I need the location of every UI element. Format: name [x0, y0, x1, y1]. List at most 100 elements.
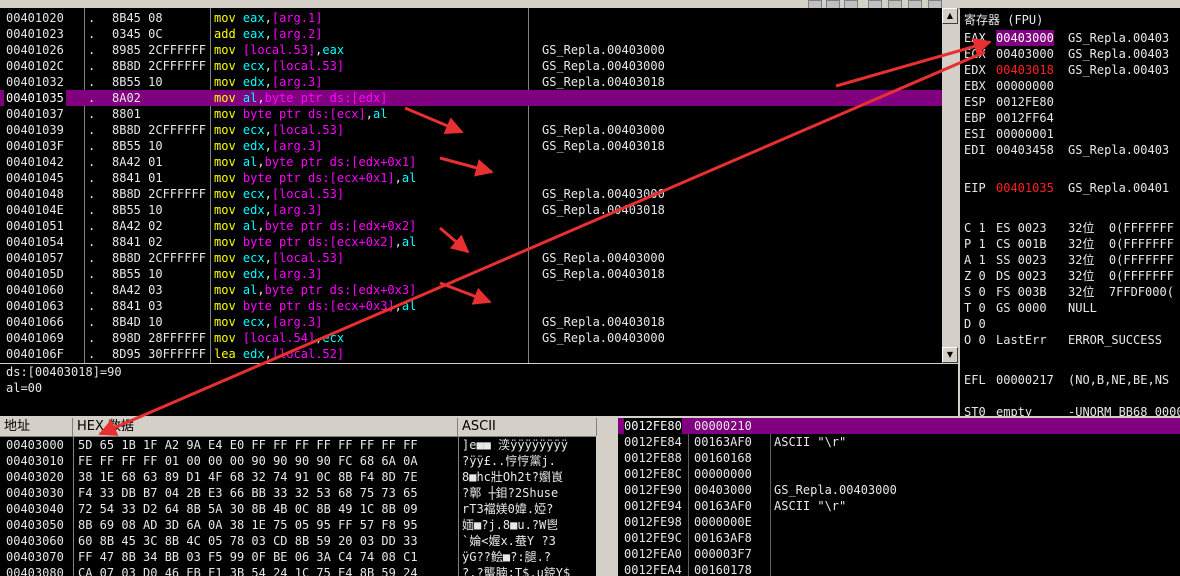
dump-row[interactable]: 00403010 FE FF FF FF 01 00 00 00 90 90 90…: [0, 453, 596, 469]
register-row[interactable]: C 1 ES 0023 32位 0(FFFFFFF: [960, 220, 1180, 236]
stack-row[interactable]: 0012FE8C 00000000: [618, 466, 1180, 482]
register-row[interactable]: Z 0 DS 0023 32位 0(FFFFFFF: [960, 268, 1180, 284]
stack-row[interactable]: 0012FE84 00163AF0 ASCII "\r": [618, 434, 1180, 450]
dump-address: 00403020: [6, 470, 64, 484]
stack-value: 00163AF8: [694, 531, 752, 545]
register-row[interactable]: [960, 158, 1180, 174]
stack-row[interactable]: 0012FE94 00163AF0 ASCII "\r": [618, 498, 1180, 514]
scroll-up-icon[interactable]: ▲: [942, 8, 958, 24]
register-row[interactable]: EFL 00000217 (NO,B,NE,BE,NS: [960, 372, 1180, 388]
disasm-row[interactable]: 00401037. 8801 mov byte ptr ds:[ecx],al: [0, 106, 942, 122]
disasm-operand: ,: [264, 315, 272, 329]
pane-divider[interactable]: [597, 418, 618, 576]
dump-row[interactable]: 00403070 FF 47 8B 34 BB 03 F5 99 0F BE 06…: [0, 549, 596, 565]
register-row[interactable]: [960, 388, 1180, 404]
disasm-marker: .: [88, 331, 96, 345]
disasm-address: 00401020: [6, 11, 64, 25]
register-row[interactable]: O 0 LastErr ERROR_SUCCESS: [960, 332, 1180, 348]
stack-row[interactable]: 0012FE88 00160168: [618, 450, 1180, 466]
dump-header-hex[interactable]: HEX 数据: [73, 418, 458, 436]
dump-ascii: 8■hc壯Oh2t?嬼崀: [462, 470, 564, 484]
stack-row[interactable]: 0012FEA0 000003F7: [618, 546, 1180, 562]
info-line: ds:[00403018]=90: [6, 365, 122, 379]
disasm-row[interactable]: 0040105D. 8B55 10 mov edx,[arg.3] GS_Repla.…: [0, 266, 942, 282]
disasm-row[interactable]: 0040104E. 8B55 10 mov edx,[arg.3] GS_Repla.…: [0, 202, 942, 218]
disasm-row[interactable]: 00401048. 8B8D 2CFFFFFF mov ecx,[local.53]…: [0, 186, 942, 202]
register-row[interactable]: ESI 00000001: [960, 126, 1180, 142]
dump-ascii: ÿG??鲙■?:腿.?: [462, 550, 552, 564]
disasm-marker: .: [88, 187, 96, 201]
disasm-row[interactable]: 0040103F. 8B55 10 mov edx,[arg.3] GS_Repla.…: [0, 138, 942, 154]
disasm-marker: .: [88, 139, 96, 153]
disasm-instruction: mov ecx,[arg.3]: [214, 314, 322, 330]
disasm-operand: ,: [264, 139, 272, 153]
dump-row[interactable]: 00403040 72 54 33 D2 64 8B 5A 30 8B 4B 0C…: [0, 501, 596, 517]
disassembly-pane[interactable]: 00401020. 8B45 08 mov eax,[arg.1] 00401023.…: [0, 8, 942, 363]
register-row[interactable]: S 0 FS 003B 32位 7FFDF000(: [960, 284, 1180, 300]
dump-row[interactable]: 00403000 5D 65 1B 1F A2 9A E4 E0 FF FF FF…: [0, 437, 596, 453]
disasm-operand: ecx: [242, 315, 265, 329]
disasm-row[interactable]: 00401020. 8B45 08 mov eax,[arg.1]: [0, 10, 942, 26]
register-row[interactable]: [960, 348, 1180, 364]
register-row[interactable]: EBX 00000000: [960, 78, 1180, 94]
register-name: EBP: [964, 111, 986, 125]
register-row[interactable]: EDX 00403018 GS_Repla.00403: [960, 62, 1180, 78]
dump-row[interactable]: 00403020 38 1E 68 63 89 D1 4F 68 32 74 91…: [0, 469, 596, 485]
stack-comment: ASCII "\r": [774, 499, 847, 513]
dump-hex: FF 47 8B 34 BB 03 F5 99 0F BE 06 3A C4 7…: [78, 550, 418, 564]
disasm-row[interactable]: 0040102C. 8B8D 2CFFFFFF mov ecx,[local.53]…: [0, 58, 942, 74]
registers-pane[interactable]: 寄存器 (FPU) EAX 00403000 GS_Repla.00403 ECX 00…: [960, 8, 1180, 416]
register-row[interactable]: ECX 00403000 GS_Repla.00403: [960, 46, 1180, 62]
dump-hex: 5D 65 1B 1F A2 9A E4 E0 FF FF FF FF FF F…: [78, 438, 418, 452]
register-row[interactable]: EAX 00403000 GS_Repla.00403: [960, 30, 1180, 46]
disasm-address: 0040103F: [6, 139, 64, 153]
disasm-operand: al: [401, 235, 417, 249]
register-row[interactable]: ST0 empty -UNORM BB68 00000: [960, 404, 1180, 416]
disasm-operand: [arg.2]: [271, 27, 323, 41]
disasm-row[interactable]: 00401060. 8A42 03 mov al,byte ptr ds:[edx+…: [0, 282, 942, 298]
dump-row[interactable]: 00403080 CA 07 03 D0 46 EB F1 3B 54 24 1C…: [0, 565, 596, 576]
stack-row[interactable]: 0012FE90 00403000 GS_Repla.00403000: [618, 482, 1180, 498]
disasm-comment: GS_Repla.00403000: [542, 187, 665, 201]
disasm-row[interactable]: 00401042. 8A42 01 mov al,byte ptr ds:[edx+…: [0, 154, 942, 170]
register-row[interactable]: EIP 00401035 GS_Repla.00401: [960, 180, 1180, 196]
disasm-row[interactable]: 00401032. 8B55 10 mov edx,[arg.3] GS_Repla.…: [0, 74, 942, 90]
register-row[interactable]: P 1 CS 001B 32位 0(FFFFFFF: [960, 236, 1180, 252]
register-row[interactable]: EBP 0012FF64: [960, 110, 1180, 126]
stack-row[interactable]: 0012FE80 00000210: [618, 418, 1180, 434]
disasm-instruction: mov edx,[arg.3]: [214, 138, 322, 154]
disasm-row[interactable]: 00401035. 8A02 mov al,byte ptr ds:[edx]: [0, 90, 942, 106]
stack-row[interactable]: 0012FE9C 00163AF8: [618, 530, 1180, 546]
register-row[interactable]: [960, 196, 1180, 212]
dump-row[interactable]: 00403030 F4 33 DB B7 04 2B E3 66 BB 33 32…: [0, 485, 596, 501]
disasm-hex: 8A42 01: [112, 155, 163, 169]
dump-row[interactable]: 00403050 8B 69 08 AD 3D 6A 0A 38 1E 75 05…: [0, 517, 596, 533]
disasm-row[interactable]: 00401039. 8B8D 2CFFFFFF mov ecx,[local.53]…: [0, 122, 942, 138]
register-row[interactable]: ESP 0012FE80: [960, 94, 1180, 110]
register-row[interactable]: EDI 00403458 GS_Repla.00403: [960, 142, 1180, 158]
dump-header-ascii[interactable]: ASCII: [458, 418, 597, 436]
stack-row[interactable]: 0012FEA4 00160178: [618, 562, 1180, 576]
disasm-row[interactable]: 00401026. 8985 2CFFFFFF mov [local.53],eax…: [0, 42, 942, 58]
stack-row[interactable]: 0012FE98 0000000E: [618, 514, 1180, 530]
dump-row[interactable]: 00403060 60 8B 45 3C 8B 4C 05 78 03 CD 8B…: [0, 533, 596, 549]
scroll-down-icon[interactable]: ▼: [942, 347, 958, 363]
disasm-mnemonic: lea: [214, 347, 236, 361]
disasm-row[interactable]: 00401054. 8841 02 mov byte ptr ds:[ecx+0x2…: [0, 234, 942, 250]
disassembly-scrollbar[interactable]: ▲ ▼: [942, 8, 958, 363]
disasm-row[interactable]: 00401051. 8A42 02 mov al,byte ptr ds:[edx+…: [0, 218, 942, 234]
disasm-row[interactable]: 00401023. 0345 0C add eax,[arg.2]: [0, 26, 942, 42]
disasm-row[interactable]: 00401066. 8B4D 10 mov ecx,[arg.3] GS_Repla.…: [0, 314, 942, 330]
disasm-row[interactable]: 0040106F. 8D95 30FFFFFF lea edx,[local.52]: [0, 346, 942, 362]
register-row[interactable]: D 0: [960, 316, 1180, 332]
disasm-row[interactable]: 00401069. 898D 28FFFFFF mov [local.54],ecx…: [0, 330, 942, 346]
register-row[interactable]: A 1 SS 0023 32位 0(FFFFFFF: [960, 252, 1180, 268]
dump-header-address[interactable]: 地址: [0, 418, 73, 436]
register-row[interactable]: T 0 GS 0000 NULL: [960, 300, 1180, 316]
disasm-row[interactable]: 00401057. 8B8D 2CFFFFFF mov ecx,[local.53]…: [0, 250, 942, 266]
disasm-row[interactable]: 00401045. 8841 01 mov byte ptr ds:[ecx+0x1…: [0, 170, 942, 186]
disasm-row[interactable]: 00401063. 8841 03 mov byte ptr ds:[ecx+0x3…: [0, 298, 942, 314]
disasm-operand: ecx: [242, 123, 265, 137]
memory-dump-pane[interactable]: 00403000 5D 65 1B 1F A2 9A E4 E0 FF FF FF…: [0, 437, 596, 576]
stack-pane[interactable]: 0012FE80 00000210 0012FE84 00163AF0 ASCII "\…: [618, 418, 1180, 576]
